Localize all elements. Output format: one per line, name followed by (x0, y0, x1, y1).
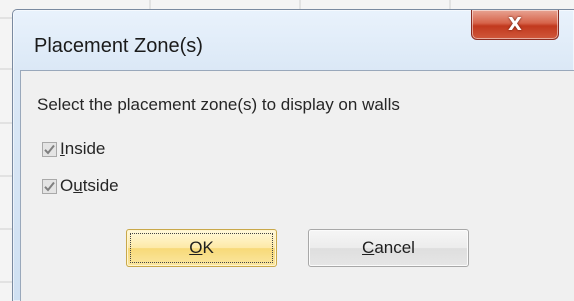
title-bar[interactable]: Placement Zone(s) X (13, 10, 574, 70)
ok-button[interactable]: OK (126, 229, 277, 267)
checkmark-icon (44, 144, 55, 155)
focus-rectangle (130, 233, 273, 263)
prompt-label: Select the placement zone(s) to display … (37, 95, 400, 114)
close-button[interactable]: X (471, 10, 559, 40)
dialog-title: Placement Zone(s) (34, 35, 203, 57)
outside-checkbox[interactable] (42, 178, 57, 194)
close-icon: X (508, 13, 522, 35)
outside-checkbox-row[interactable]: Outside (42, 176, 119, 196)
inside-checkbox-label[interactable]: Inside (60, 139, 105, 159)
cancel-button[interactable]: Cancel (308, 229, 469, 267)
inside-checkbox-row[interactable]: Inside (42, 139, 105, 159)
outside-checkbox-label[interactable]: Outside (60, 176, 119, 196)
checkmark-icon (44, 181, 55, 192)
inside-checkbox[interactable] (42, 141, 57, 157)
cancel-button-label: Cancel (362, 238, 415, 257)
